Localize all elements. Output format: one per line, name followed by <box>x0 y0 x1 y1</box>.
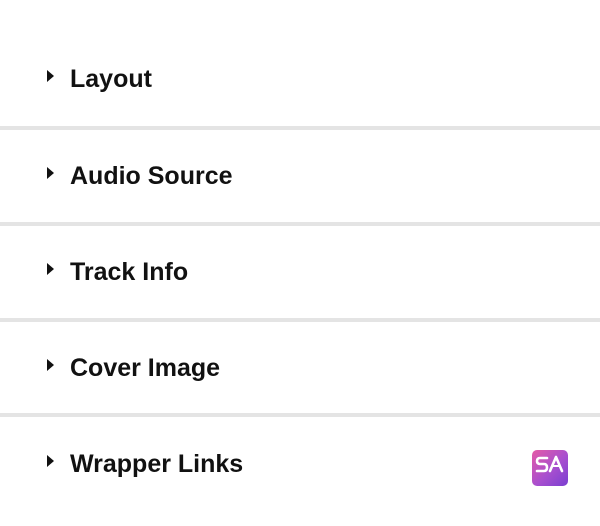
caret-right-icon <box>47 70 54 82</box>
panel-divider <box>0 413 600 417</box>
panel-title: Audio Source <box>70 162 233 190</box>
panel-title: Wrapper Links <box>70 450 244 478</box>
panel-layout[interactable]: Layout <box>0 33 600 125</box>
panel-title: Cover Image <box>70 354 221 382</box>
brand-logo-icon[interactable] <box>532 450 568 486</box>
panel-wrapper-links[interactable]: Wrapper Links <box>0 418 600 510</box>
panel-audio-source[interactable]: Audio Source <box>0 130 600 222</box>
caret-right-icon <box>47 263 54 275</box>
panel-title: Layout <box>70 65 152 93</box>
panel-title: Track Info <box>70 258 189 286</box>
panel-track-info[interactable]: Track Info <box>0 226 600 318</box>
caret-right-icon <box>47 359 54 371</box>
caret-right-icon <box>47 167 54 179</box>
panel-cover-image[interactable]: Cover Image <box>0 322 600 414</box>
brand-monogram <box>535 455 564 473</box>
caret-right-icon <box>47 455 54 467</box>
